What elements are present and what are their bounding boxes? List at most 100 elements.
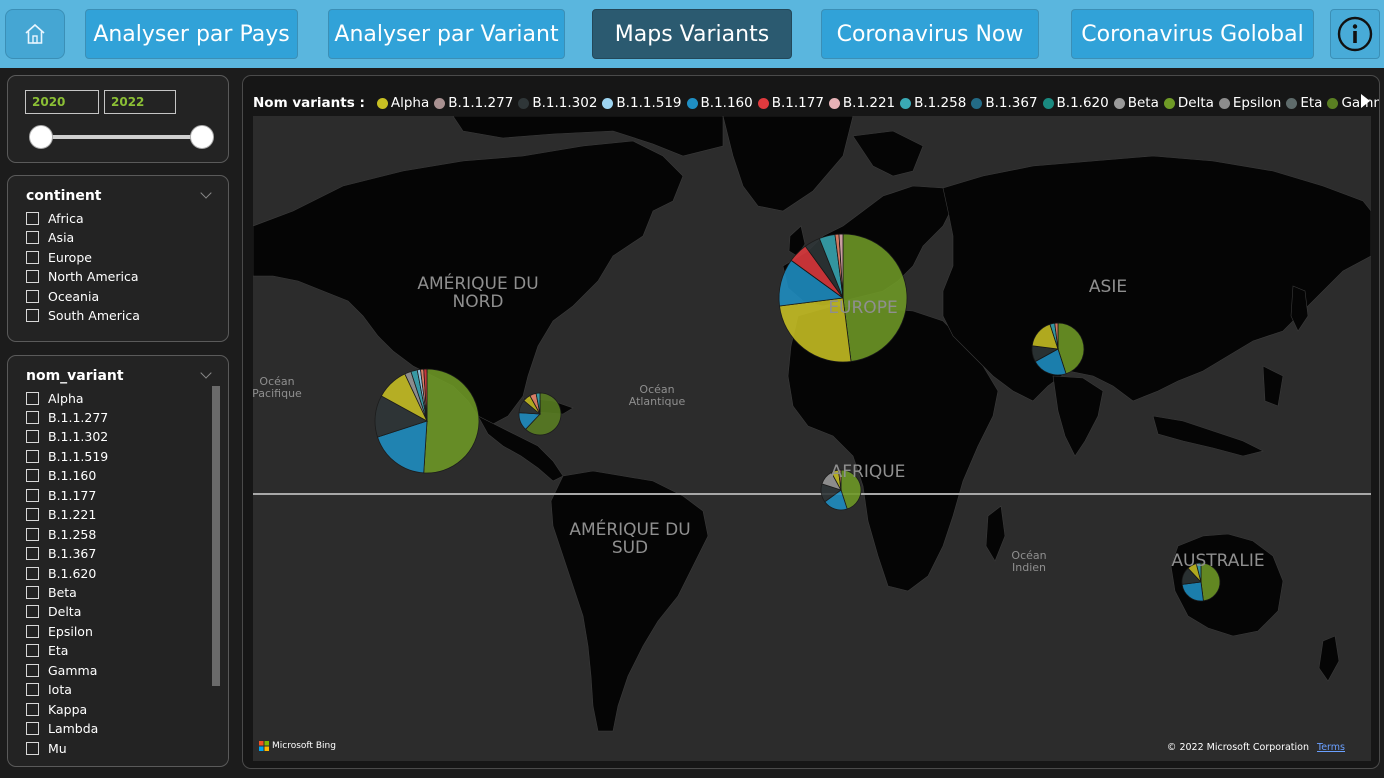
variant-option[interactable]: B.1.221 [26,507,96,523]
variant-list-scrollbar[interactable] [212,386,220,686]
nav-analyser-par-pays-button[interactable]: Analyser par Pays [85,9,298,59]
checkbox[interactable] [26,605,39,619]
legend-item[interactable]: Alpha [376,95,429,111]
checkbox[interactable] [26,430,39,444]
variant-option[interactable]: Alpha [26,390,84,406]
variant-option-label: Alpha [48,390,84,406]
variant-option-label: Beta [48,585,77,600]
checkbox[interactable] [26,289,39,303]
variant-option[interactable]: B.1.620 [26,565,96,581]
terms-link[interactable]: Terms [1317,742,1345,753]
continent-option[interactable]: Oceania [26,288,99,304]
legend-item[interactable]: B.1.1.277 [434,95,513,111]
variant-option[interactable]: B.1.1.277 [26,409,108,425]
variant-option-label: B.1.221 [48,507,97,523]
checkbox[interactable] [26,391,39,405]
nav-coronavirus-global-button[interactable]: Coronavirus Golobal [1071,9,1314,59]
checkbox[interactable] [26,230,39,244]
checkbox[interactable] [26,250,39,264]
world-map[interactable]: AMÉRIQUE DU NORD AMÉRIQUE DU SUD EUROPE … [253,116,1371,761]
checkbox[interactable] [26,566,39,580]
nav-maps-variants-button[interactable]: Maps Variants [592,9,792,59]
legend-item[interactable]: B.1.367 [971,95,1038,111]
checkbox[interactable] [26,508,39,522]
checkbox[interactable] [26,644,39,658]
pie-asia[interactable] [1031,322,1085,376]
checkbox[interactable] [26,469,39,483]
checkbox[interactable] [26,547,39,561]
legend-item[interactable]: B.1.258 [900,95,966,111]
home-button[interactable] [5,9,65,59]
variant-option[interactable]: B.1.1.302 [26,429,108,445]
variant-option[interactable]: Iota [26,682,72,698]
variant-option[interactable]: Epsilon [26,623,93,639]
legend-item-label: B.1.258 [914,95,967,111]
legend-item[interactable]: B.1.620 [1042,95,1109,111]
pie-central-america[interactable] [518,392,562,436]
variant-option[interactable]: B.1.1.519 [26,448,108,464]
legend-item[interactable]: B.1.1.302 [518,95,597,111]
variant-option[interactable]: Delta [26,604,81,620]
chevron-down-icon[interactable] [200,187,212,199]
checkbox[interactable] [26,449,39,463]
legend-item[interactable]: Eta [1286,95,1322,111]
variant-option[interactable]: B.1.367 [26,546,96,562]
date-slider-start-handle[interactable] [29,125,53,149]
variant-option-label: B.1.1.277 [48,409,109,425]
legend-item[interactable]: Epsilon [1218,95,1281,111]
variant-option[interactable]: B.1.258 [26,526,96,542]
variant-option-label: Mu [48,740,67,756]
variant-option[interactable]: Mu [26,740,67,756]
checkbox[interactable] [26,624,39,638]
legend-next-arrow-icon[interactable] [1361,94,1370,108]
checkbox[interactable] [26,527,39,541]
variant-option[interactable]: Kappa [26,701,87,717]
checkbox[interactable] [26,663,39,677]
checkbox[interactable] [26,683,39,697]
continent-option[interactable]: Africa [26,210,84,226]
continent-option[interactable]: North America [26,268,139,284]
map-label-ocean-indien: Océan Indien [1011,549,1047,574]
variant-option[interactable]: Gamma [26,662,97,678]
checkbox[interactable] [26,722,39,736]
chevron-down-icon[interactable] [200,367,212,379]
date-slicer-panel: 2020 2022 [7,75,229,163]
variant-option[interactable]: Eta [26,643,68,659]
date-from-input[interactable]: 2020 [25,90,99,114]
nav-coronavirus-now-button[interactable]: Coronavirus Now [821,9,1039,59]
checkbox[interactable] [26,269,39,283]
legend-item[interactable]: Gamma [1327,95,1379,111]
checkbox[interactable] [26,741,39,755]
legend-item[interactable]: Beta [1113,95,1159,111]
variant-option-label: Gamma [48,662,98,678]
legend-item[interactable]: B.1.160 [686,95,753,111]
variant-option[interactable]: B.1.160 [26,468,96,484]
variant-option[interactable]: Beta [26,585,77,601]
legend-color-dot-icon [686,97,698,109]
info-button[interactable] [1330,9,1380,59]
nav-analyser-par-variant-button[interactable]: Analyser par Variant [328,9,565,59]
pie-north-america[interactable] [374,368,480,474]
variant-option-label: B.1.177 [48,487,97,503]
date-to-input[interactable]: 2022 [104,90,176,114]
continent-option[interactable]: Europe [26,249,92,265]
legend-item[interactable]: B.1.221 [828,95,895,111]
checkbox[interactable] [26,211,39,225]
checkbox[interactable] [26,488,39,502]
checkbox[interactable] [26,586,39,599]
continent-option[interactable]: Asia [26,229,74,245]
variant-option[interactable]: B.1.177 [26,487,96,503]
legend-item[interactable]: Delta [1163,95,1214,111]
checkbox[interactable] [26,702,39,716]
variant-option-label: B.1.1.519 [48,448,109,464]
date-slider-end-handle[interactable] [190,125,214,149]
map-legend: Nom variants : Alpha B.1.1.277 B.1.1.302 B.… [253,93,1379,113]
checkbox[interactable] [26,410,39,424]
checkbox[interactable] [26,308,39,322]
legend-color-dot-icon [1327,97,1339,109]
continent-option[interactable]: South America [26,307,140,323]
variant-option[interactable]: Lambda [26,721,98,737]
legend-item[interactable]: B.1.1.519 [602,95,682,111]
variant-option-label: B.1.160 [48,468,97,484]
legend-item[interactable]: B.1.177 [757,95,824,111]
